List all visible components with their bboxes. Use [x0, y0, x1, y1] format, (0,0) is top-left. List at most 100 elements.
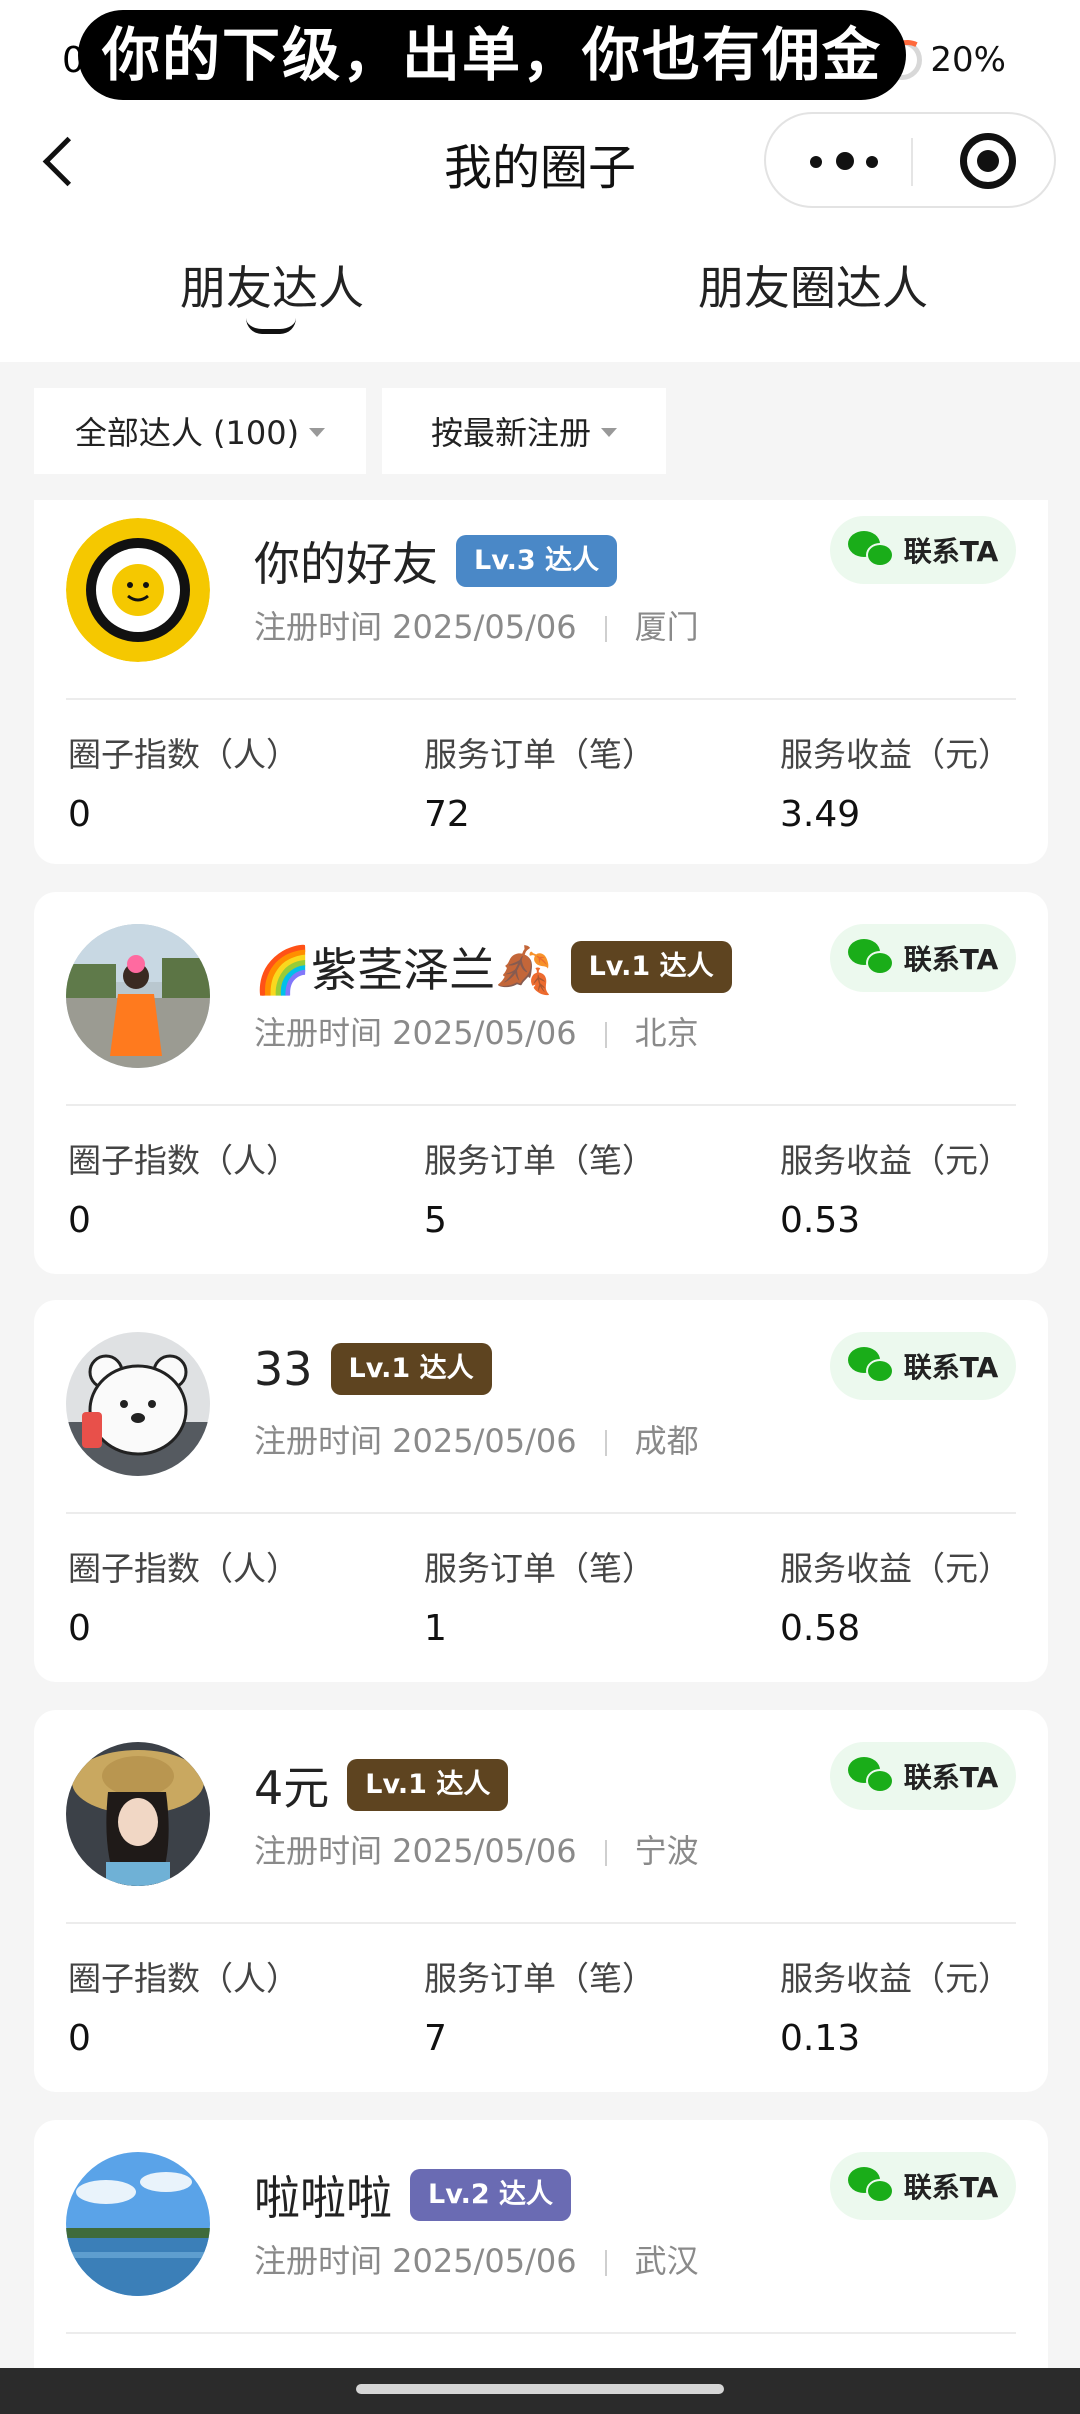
stat-orders: 服务订单（笔） 7	[424, 1952, 655, 2059]
tab-moments-creators[interactable]: 朋友圈达人	[698, 252, 928, 318]
city: 武汉	[634, 2242, 699, 2280]
contact-button[interactable]: 联系TA	[830, 516, 1016, 584]
stat-income: 服务收益（元） 3.49	[780, 728, 1011, 835]
stat-value: 0.13	[780, 2018, 861, 2059]
filter-all-creators[interactable]: 全部达人 (100)	[34, 388, 366, 474]
stat-value: 0	[68, 794, 91, 835]
page: 0 20% 你的下级，出单，你也有佣金 我的圈子 朋友达人 朋友圈达人 全部达人…	[0, 0, 1080, 2414]
register-info: 注册时间 2025/05/06 北京	[254, 1008, 699, 1054]
creator-card[interactable]: 33 Lv.1 达人 注册时间 2025/05/06 成都 联系TA 圈子指数（人…	[34, 1300, 1048, 1682]
contact-button[interactable]: 联系TA	[830, 1332, 1016, 1400]
more-options-icon[interactable]	[810, 152, 880, 172]
filter-all-creators-label: 全部达人 (100)	[74, 414, 300, 452]
register-time: 注册时间 2025/05/06	[254, 2242, 577, 2280]
stat-label: 服务收益（元）	[780, 1959, 1011, 1998]
stat-label: 服务订单（笔）	[424, 735, 655, 774]
stat-value: 0	[68, 1200, 91, 1241]
contact-button[interactable]: 联系TA	[830, 924, 1016, 992]
creator-name: 🌈紫茎泽兰🍂	[254, 943, 553, 997]
name-row: 4元 Lv.1 达人	[254, 1752, 509, 1818]
stat-value: 5	[424, 1200, 447, 1241]
caret-down-icon	[601, 427, 617, 437]
level-badge: Lv.1 达人	[570, 941, 732, 993]
stat-value: 0.53	[780, 1200, 861, 1241]
avatar	[66, 1742, 210, 1886]
stat-income: 服务收益（元） 0.58	[780, 1542, 1011, 1649]
wechat-icon	[847, 2167, 894, 2205]
city: 成都	[634, 1422, 699, 1460]
active-tab-indicator	[246, 318, 296, 334]
register-info: 注册时间 2025/05/06 厦门	[254, 602, 699, 648]
home-indicator[interactable]	[356, 2384, 724, 2394]
wechat-icon	[847, 531, 894, 569]
stat-value: 1	[424, 1608, 447, 1649]
contact-label: 联系TA	[903, 2171, 999, 2204]
system-nav-bar	[0, 2368, 1080, 2414]
overlay-caption: 你的下级，出单，你也有佣金	[78, 10, 907, 100]
creator-card[interactable]: 🌈紫茎泽兰🍂 Lv.1 达人 注册时间 2025/05/06 北京 联系TA 圈子…	[34, 892, 1048, 1274]
register-info: 注册时间 2025/05/06 宁波	[254, 1826, 699, 1872]
stat-value: 0	[68, 2018, 91, 2059]
stat-value: 72	[424, 794, 470, 835]
register-info: 注册时间 2025/05/06 武汉	[254, 2236, 699, 2282]
card-divider	[66, 698, 1016, 700]
avatar	[66, 1332, 210, 1476]
name-row: 33 Lv.1 达人	[254, 1342, 492, 1396]
separator	[604, 1430, 607, 1456]
level-badge: Lv.2 达人	[410, 2169, 572, 2221]
city: 北京	[634, 1014, 699, 1052]
filter-sort[interactable]: 按最新注册	[382, 388, 666, 474]
wechat-icon	[847, 1757, 894, 1795]
battery-percent: 20%	[930, 40, 1006, 80]
stat-label: 服务订单（笔）	[424, 1141, 655, 1180]
stat-orders: 服务订单（笔） 5	[424, 1134, 655, 1241]
separator	[604, 1840, 607, 1866]
contact-label: 联系TA	[903, 1351, 999, 1384]
wechat-icon	[847, 939, 894, 977]
city: 宁波	[634, 1832, 699, 1870]
level-badge: Lv.1 达人	[330, 1343, 492, 1395]
stat-circle-index: 圈子指数（人） 0	[68, 1952, 299, 2059]
contact-label: 联系TA	[903, 943, 999, 976]
name-row: 你的好友 Lv.3 达人	[254, 528, 618, 594]
creator-card[interactable]: 4元 Lv.1 达人 注册时间 2025/05/06 宁波 联系TA 圈子指数（人…	[34, 1710, 1048, 2092]
contact-button[interactable]: 联系TA	[830, 1742, 1016, 1810]
contact-label: 联系TA	[903, 535, 999, 568]
card-divider	[66, 1512, 1016, 1514]
stat-circle-index: 圈子指数（人） 0	[68, 1134, 299, 1241]
separator	[604, 1022, 607, 1048]
level-badge: Lv.1 达人	[347, 1759, 509, 1811]
miniprogram-capsule	[764, 112, 1056, 208]
tab-friend-creators[interactable]: 朋友达人	[180, 252, 364, 318]
register-time: 注册时间 2025/05/06	[254, 1422, 577, 1460]
header-area: 0 20% 你的下级，出单，你也有佣金 我的圈子 朋友达人 朋友圈达人	[0, 0, 1080, 362]
stat-circle-index: 圈子指数（人） 0	[68, 728, 299, 835]
caret-down-icon	[309, 427, 326, 437]
city: 厦门	[634, 608, 699, 646]
wechat-icon	[847, 1347, 894, 1385]
creator-name: 4元	[254, 1761, 330, 1815]
capsule-divider	[911, 138, 913, 186]
stat-income: 服务收益（元） 0.13	[780, 1952, 1011, 2059]
contact-button[interactable]: 联系TA	[830, 2152, 1016, 2220]
card-divider	[66, 1922, 1016, 1924]
close-miniprogram-icon[interactable]	[960, 133, 1016, 189]
creator-name: 33	[254, 1342, 313, 1396]
creator-card[interactable]: 你的好友 Lv.3 达人 注册时间 2025/05/06 厦门 联系TA 圈子指数…	[34, 500, 1048, 864]
stat-value: 7	[424, 2018, 447, 2059]
stat-label: 服务收益（元）	[780, 1549, 1011, 1588]
stat-label: 圈子指数（人）	[68, 735, 299, 774]
creator-name: 啦啦啦	[254, 2171, 392, 2225]
avatar	[66, 2152, 210, 2296]
stat-label: 圈子指数（人）	[68, 1141, 299, 1180]
stat-orders: 服务订单（笔） 1	[424, 1542, 655, 1649]
register-info: 注册时间 2025/05/06 成都	[254, 1416, 699, 1462]
separator	[604, 616, 607, 642]
level-badge: Lv.3 达人	[456, 535, 618, 587]
stat-orders: 服务订单（笔） 72	[424, 728, 655, 835]
stat-label: 服务收益（元）	[780, 1141, 1011, 1180]
contact-label: 联系TA	[903, 1761, 999, 1794]
stat-value: 0	[68, 1608, 91, 1649]
name-row: 🌈紫茎泽兰🍂 Lv.1 达人	[254, 934, 732, 1000]
card-divider	[66, 2332, 1016, 2334]
